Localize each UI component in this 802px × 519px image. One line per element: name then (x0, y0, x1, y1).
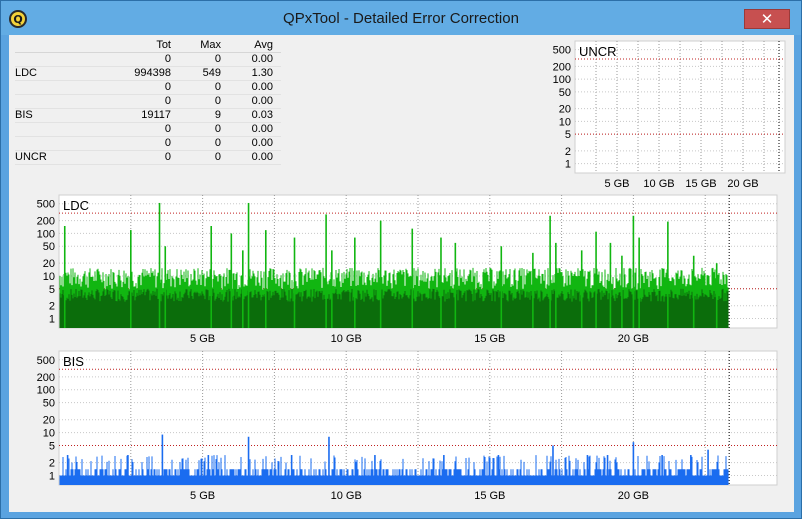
y-tick-label: 2 (49, 301, 55, 313)
row-name (15, 95, 75, 108)
y-tick-label: 20 (43, 415, 55, 427)
x-tick-label: 20 GB (618, 333, 649, 345)
y-tick-label: 5 (49, 441, 55, 453)
y-tick-label: 2 (565, 146, 571, 158)
row-tot: 0 (164, 151, 171, 163)
y-tick-label: 1 (49, 314, 55, 326)
row-max: 0 (214, 137, 221, 149)
row-avg: 0.03 (251, 109, 273, 121)
row-tot: 0 (164, 53, 171, 65)
x-tick-label: 5 GB (604, 178, 629, 190)
y-tick-label: 5 (49, 284, 55, 296)
row-avg: 1.30 (251, 67, 273, 79)
stats-row: 0 0 0.00 (15, 123, 281, 137)
y-tick-label: 20 (43, 258, 55, 270)
y-tick-label: 200 (37, 372, 55, 384)
row-name: UNCR (15, 151, 47, 163)
row-max: 0 (214, 81, 221, 93)
row-avg: 0.00 (251, 53, 273, 65)
window-title: QPxTool - Detailed Error Correction (283, 9, 519, 27)
stats-row: LDC 994398 549 1.30 (15, 67, 281, 81)
x-tick-label: 15 GB (474, 490, 505, 502)
stats-header-row: Tot Max Avg (15, 39, 281, 53)
row-max: 0 (214, 123, 221, 135)
uncr-chart: 5002001005020105215 GB 10 GB 15 GB 20 GBUNC… (553, 40, 786, 190)
row-avg: 0.00 (251, 81, 273, 93)
row-max: 0 (214, 95, 221, 107)
ldc-chart: 5002001005020105215 GB 10 GB 15 GB 20 GBLDC (37, 194, 778, 345)
app-window: Q QPxTool - Detailed Error Correction ✕ … (0, 0, 802, 519)
y-tick-label: 500 (37, 199, 55, 211)
row-tot: 19117 (141, 109, 171, 121)
y-tick-label: 200 (553, 61, 571, 73)
y-tick-label: 1 (49, 470, 55, 482)
row-tot: 0 (164, 137, 171, 149)
y-tick-label: 50 (43, 398, 55, 410)
y-tick-label: 500 (37, 355, 55, 367)
row-max: 549 (202, 67, 221, 79)
chart-title: LDC (63, 198, 89, 213)
chart-title: BIS (63, 354, 84, 369)
y-tick-label: 500 (553, 45, 571, 57)
client-area: Tot Max Avg 0 0 0.00 LDC 994398 549 1.30… (9, 35, 794, 512)
y-tick-label: 2 (49, 458, 55, 470)
row-tot: 994398 (134, 67, 171, 79)
bis-chart: 5002001005020105215 GB 10 GB 15 GB 20 GBBIS (37, 350, 778, 502)
row-avg: 0.00 (251, 95, 273, 107)
y-tick-label: 100 (37, 385, 55, 397)
y-tick-label: 100 (553, 74, 571, 86)
y-tick-label: 50 (43, 241, 55, 253)
y-tick-label: 5 (565, 129, 571, 141)
title-bar[interactable]: Q QPxTool - Detailed Error Correction ✕ (1, 1, 801, 35)
row-tot: 0 (164, 123, 171, 135)
row-name (15, 81, 75, 94)
x-tick-label: 10 GB (331, 333, 362, 345)
header-tot: Tot (156, 39, 171, 51)
y-tick-label: 10 (43, 271, 55, 283)
x-tick-label: 5 GB (190, 333, 215, 345)
row-name (15, 137, 75, 150)
chart-title: UNCR (579, 44, 617, 59)
stats-row: BIS 19117 9 0.03 (15, 109, 281, 123)
close-button[interactable]: ✕ (744, 9, 790, 29)
x-tick-label: 5 GB (190, 490, 215, 502)
y-tick-label: 20 (559, 104, 571, 116)
header-max: Max (200, 39, 221, 51)
stats-row: 0 0 0.00 (15, 95, 281, 109)
stats-table: Tot Max Avg 0 0 0.00 LDC 994398 549 1.30… (15, 39, 281, 165)
row-name: BIS (15, 109, 33, 121)
x-tick-label: 15 GB (685, 178, 716, 190)
row-name (15, 53, 75, 66)
stats-row: 0 0 0.00 (15, 53, 281, 67)
row-tot: 0 (164, 81, 171, 93)
y-tick-label: 200 (37, 216, 55, 228)
stats-row: UNCR 0 0 0.00 (15, 151, 281, 165)
y-tick-label: 100 (37, 228, 55, 240)
header-name (15, 39, 75, 52)
x-tick-label: 10 GB (331, 490, 362, 502)
stats-row: 0 0 0.00 (15, 137, 281, 151)
row-name (15, 123, 75, 136)
row-avg: 0.00 (251, 137, 273, 149)
row-avg: 0.00 (251, 151, 273, 163)
row-tot: 0 (164, 95, 171, 107)
row-max: 0 (214, 53, 221, 65)
x-tick-label: 15 GB (474, 333, 505, 345)
row-max: 0 (214, 151, 221, 163)
header-avg: Avg (254, 39, 273, 51)
row-avg: 0.00 (251, 123, 273, 135)
y-tick-label: 1 (565, 159, 571, 171)
row-max: 9 (214, 109, 221, 121)
x-tick-label: 20 GB (618, 490, 649, 502)
x-tick-label: 10 GB (643, 178, 674, 190)
row-name: LDC (15, 67, 38, 79)
x-tick-label: 20 GB (727, 178, 758, 190)
y-tick-label: 50 (559, 87, 571, 99)
stats-row: 0 0 0.00 (15, 81, 281, 95)
y-tick-label: 10 (43, 428, 55, 440)
y-tick-label: 10 (559, 116, 571, 128)
